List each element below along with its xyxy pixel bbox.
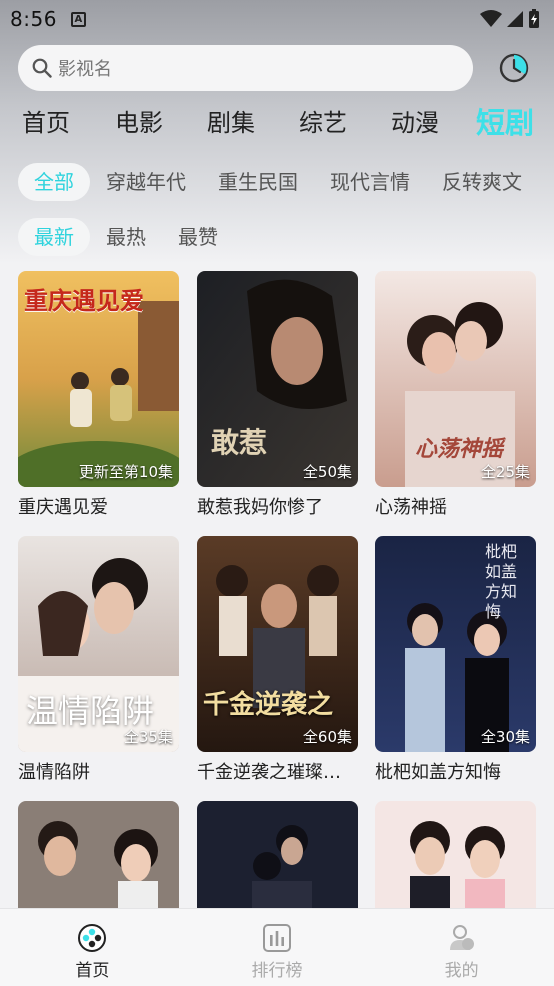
bottom-navigation: 首页 排行榜 我的 [0, 908, 554, 986]
drama-poster[interactable]: 枇杷如盖方知悔 全30集 [375, 536, 536, 752]
episode-badge: 全30集 [480, 728, 530, 746]
tab-short-drama[interactable]: 短剧 [476, 100, 534, 146]
search-placeholder: 影视名 [58, 59, 112, 80]
drama-card[interactable]: 心荡神摇 全25集 心荡神摇 [375, 271, 536, 519]
nav-ranking-label: 排行榜 [251, 961, 303, 981]
episode-badge: 更新至第10集 [78, 463, 173, 481]
history-clock-icon [499, 53, 529, 83]
main-category-tabs: 首页 电影 剧集 综艺 动漫 短剧 [0, 100, 554, 146]
drama-poster[interactable]: 重庆遇见爱 更新至第10集 [18, 271, 179, 487]
search-input[interactable]: 影视名 [18, 45, 473, 91]
episode-badge: 全60集 [302, 728, 352, 746]
nav-home[interactable]: 首页 [0, 909, 185, 986]
bar-chart-icon [263, 924, 291, 952]
nav-mine[interactable]: 我的 [369, 909, 554, 986]
notification-icon: A [70, 11, 86, 27]
chip-genre-romance[interactable]: 现代言情 [314, 163, 426, 201]
wifi-icon [480, 10, 502, 27]
drama-title[interactable]: 心荡神摇 [375, 493, 536, 519]
chip-genre-reversal[interactable]: 反转爽文 [426, 163, 538, 201]
drama-title[interactable]: 温情陷阱 [18, 758, 179, 784]
chip-genre-time-travel[interactable]: 穿越年代 [90, 163, 202, 201]
poster-title-text: 重庆遇见爱 [24, 287, 144, 315]
nav-home-label: 首页 [75, 961, 110, 981]
search-icon [32, 58, 52, 78]
drama-title[interactable]: 枇杷如盖方知悔 [375, 758, 536, 784]
drama-card[interactable]: 枇杷如盖方知悔 全30集 枇杷如盖方知悔 [375, 536, 536, 784]
profile-icon [449, 925, 474, 950]
tab-movies[interactable]: 电影 [115, 100, 163, 146]
battery-icon [529, 9, 539, 28]
drama-poster[interactable]: 温情陷阱 全35集 [18, 536, 179, 752]
history-button[interactable] [496, 50, 532, 86]
chip-genre-republic[interactable]: 重生民国 [202, 163, 314, 201]
drama-poster[interactable]: 千金逆袭之 全60集 [197, 536, 358, 752]
film-reel-icon [78, 924, 107, 952]
status-time: 8:56 [10, 7, 57, 31]
status-bar: 8:56 A [0, 0, 554, 38]
poster-title-text: 枇杷如盖方知悔 [485, 542, 518, 621]
episode-badge: 全25集 [480, 463, 530, 481]
poster-title-text: 心荡神摇 [415, 437, 504, 462]
poster-title-text: 敢惹 [211, 426, 268, 459]
genre-filter-row: 全部 穿越年代 重生民国 现代言情 反转爽文 [18, 163, 554, 201]
drama-title[interactable]: 敢惹我妈你惨了 [197, 493, 358, 519]
episode-badge: 全50集 [302, 463, 352, 481]
chip-sort-hottest[interactable]: 最热 [90, 218, 162, 256]
drama-card[interactable]: 千金逆袭之 全60集 千金逆袭之璀璨归来 [197, 536, 358, 784]
nav-ranking[interactable]: 排行榜 [185, 909, 370, 986]
drama-title[interactable]: 重庆遇见爱 [18, 493, 179, 519]
chip-sort-latest[interactable]: 最新 [18, 218, 90, 256]
episode-badge: 全35集 [123, 728, 173, 746]
search-row: 影视名 [18, 45, 538, 91]
status-icons [480, 9, 540, 29]
poster-title-text: 千金逆袭之 [203, 690, 334, 720]
signal-icon [507, 11, 523, 27]
sort-filter-row: 最新 最热 最赞 [18, 218, 234, 256]
tab-home[interactable]: 首页 [22, 100, 70, 146]
drama-title[interactable]: 千金逆袭之璀璨归来 [197, 758, 358, 784]
drama-card[interactable]: 重庆遇见爱 更新至第10集 重庆遇见爱 [18, 271, 179, 519]
tab-anime[interactable]: 动漫 [391, 100, 439, 146]
tab-variety[interactable]: 综艺 [299, 100, 347, 146]
chip-sort-most-liked[interactable]: 最赞 [162, 218, 234, 256]
tab-series[interactable]: 剧集 [207, 100, 255, 146]
drama-poster[interactable]: 敢惹 全50集 [197, 271, 358, 487]
drama-card[interactable]: 温情陷阱 全35集 温情陷阱 [18, 536, 179, 784]
drama-card[interactable]: 敢惹 全50集 敢惹我妈你惨了 [197, 271, 358, 519]
chip-genre-all[interactable]: 全部 [18, 163, 90, 201]
nav-mine-label: 我的 [444, 961, 479, 981]
drama-poster[interactable]: 心荡神摇 全25集 [375, 271, 536, 487]
